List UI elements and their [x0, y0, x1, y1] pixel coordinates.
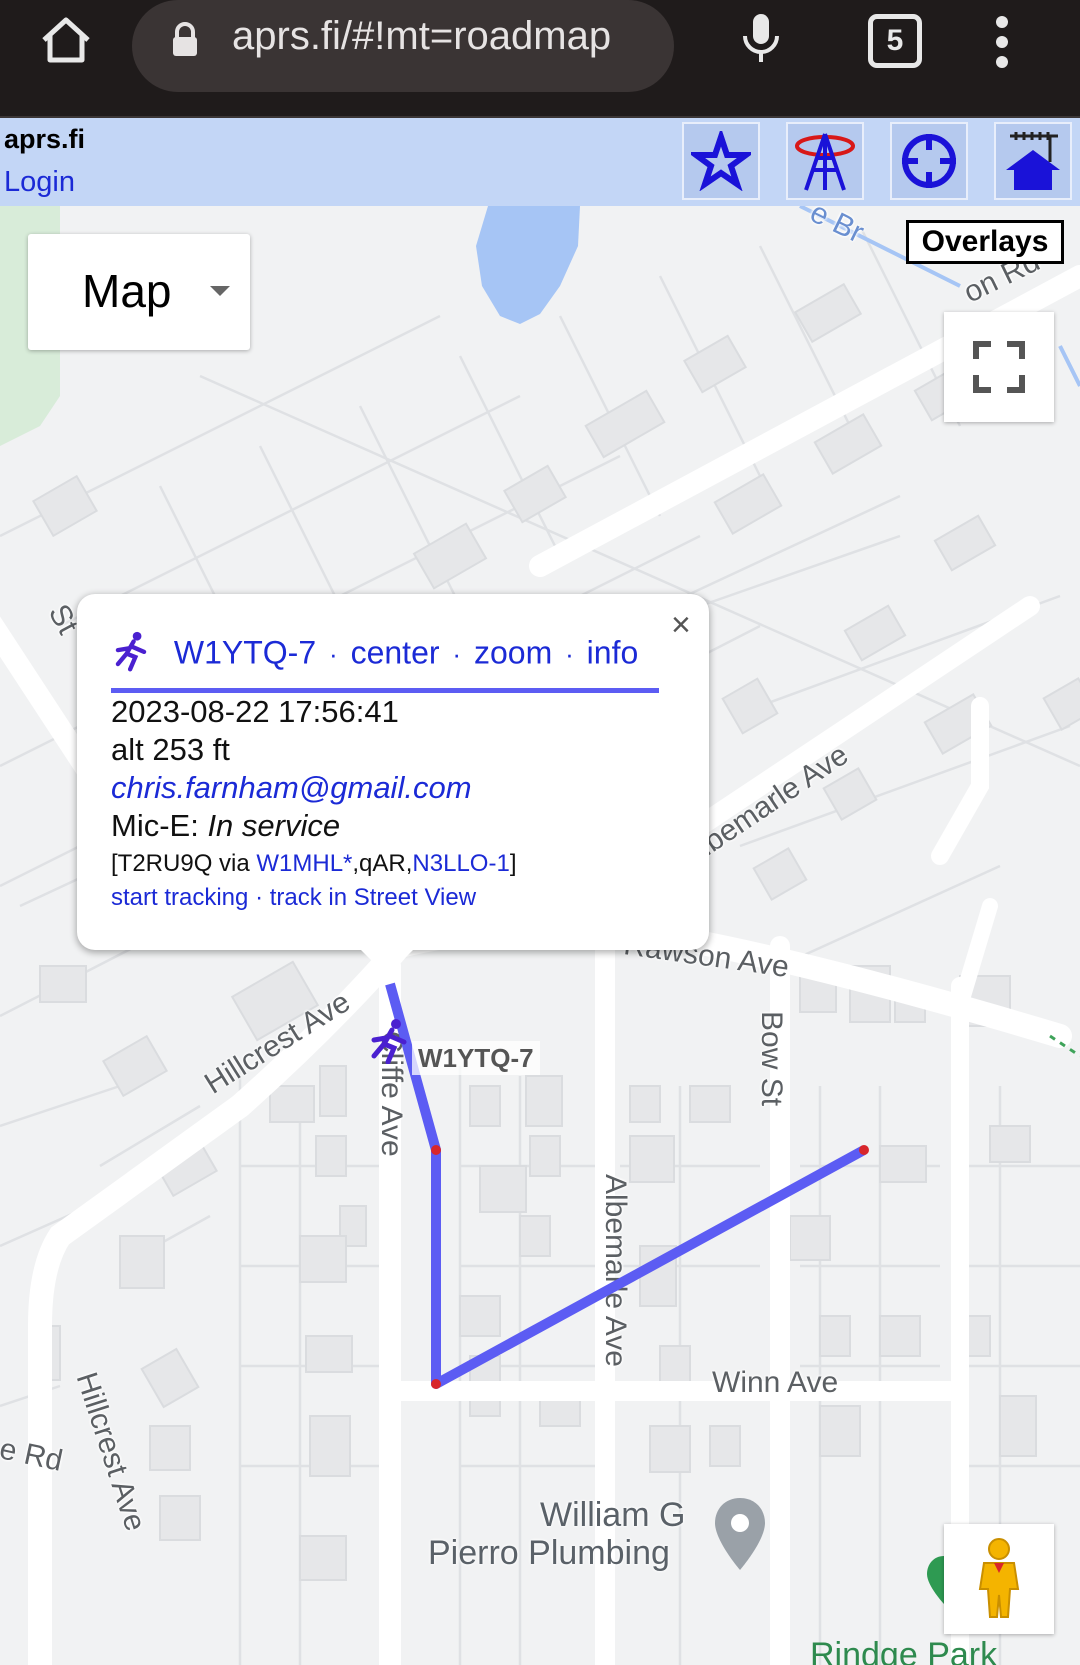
path-suffix: ]	[509, 850, 517, 877]
street-view-link[interactable]: track in Street View	[270, 884, 476, 911]
info-divider	[111, 688, 659, 693]
separator: ·	[329, 639, 338, 670]
street-view-pegman-button[interactable]	[944, 1524, 1054, 1634]
mic-icon[interactable]	[738, 10, 784, 71]
home-icon[interactable]	[38, 12, 94, 68]
pegman-icon	[978, 1538, 1020, 1618]
start-tracking-link[interactable]: start tracking	[111, 884, 248, 911]
login-link[interactable]: Login	[4, 166, 75, 199]
separator: ·	[565, 639, 574, 670]
place-pin-icon[interactable]	[712, 1496, 768, 1577]
callsign-link[interactable]: W1YTQ-7	[174, 634, 316, 670]
lock-icon	[170, 22, 200, 63]
house-antenna-icon[interactable]	[994, 122, 1072, 200]
path-mid: ,qAR,	[352, 850, 413, 877]
altitude: alt 253 ft	[111, 732, 230, 767]
tabs-icon[interactable]: 5	[868, 14, 922, 68]
poi-label-line1[interactable]: William G	[540, 1496, 685, 1534]
info-header: W1YTQ-7 · center · zoom · info	[111, 628, 638, 682]
email-link[interactable]: chris.farnham@gmail.com	[111, 770, 472, 805]
station-marker-icon[interactable]	[366, 1018, 412, 1069]
path-prefix: [T2RU9Q via	[111, 850, 257, 877]
station-label: W1YTQ-7	[412, 1041, 540, 1075]
fullscreen-button[interactable]	[944, 312, 1054, 422]
url-bar[interactable]: aprs.fi/#!mt=roadmap	[132, 0, 674, 92]
close-icon[interactable]: ×	[671, 606, 691, 645]
station-info-window: × W1YTQ-7 · center · zoom · info 2023-08…	[77, 594, 709, 976]
separator: ·	[255, 884, 264, 911]
timestamp: 2023-08-22 17:56:41	[111, 694, 399, 729]
more-vert-icon[interactable]	[990, 14, 1014, 79]
packet-path: [T2RU9Q via W1MHL*,qAR,N3LLO-1]	[111, 850, 516, 878]
zoom-link[interactable]: zoom	[474, 634, 552, 670]
mice-status: Mic-E: In service	[111, 808, 340, 844]
map-canvas[interactable]: Rawson Ave Hillcrest Ave Cliffe Ave Bow …	[0, 206, 1080, 1665]
info-link[interactable]: info	[587, 634, 639, 670]
mice-prefix: Mic-E:	[111, 808, 208, 843]
site-title: aprs.fi	[4, 124, 86, 154]
info-actions: start tracking · track in Street View	[111, 884, 476, 912]
center-link[interactable]: center	[351, 634, 440, 670]
mice-value: In service	[207, 808, 341, 843]
park-label[interactable]: Rindge Park	[810, 1636, 997, 1665]
igate-link[interactable]: N3LLO-1	[412, 850, 509, 877]
star-icon[interactable]	[682, 122, 760, 200]
digi-link[interactable]: W1MHL*	[256, 850, 352, 877]
map-type-label: Map	[82, 265, 172, 317]
chevron-down-icon	[210, 286, 230, 296]
crosshair-icon[interactable]	[890, 122, 968, 200]
site-header: aprs.fi Login	[0, 118, 1080, 206]
separator: ·	[452, 639, 462, 670]
walker-icon	[111, 628, 151, 682]
browser-toolbar: aprs.fi/#!mt=roadmap 5	[0, 0, 1080, 118]
url-text[interactable]: aprs.fi/#!mt=roadmap	[232, 14, 611, 59]
fullscreen-icon	[973, 341, 1025, 393]
poi-label-line2[interactable]: Pierro Plumbing	[428, 1534, 670, 1572]
info-window-tail	[359, 948, 415, 976]
map-type-dropdown[interactable]: Map	[28, 234, 250, 350]
tower-icon[interactable]	[786, 122, 864, 200]
overlays-button[interactable]: Overlays	[906, 220, 1064, 264]
